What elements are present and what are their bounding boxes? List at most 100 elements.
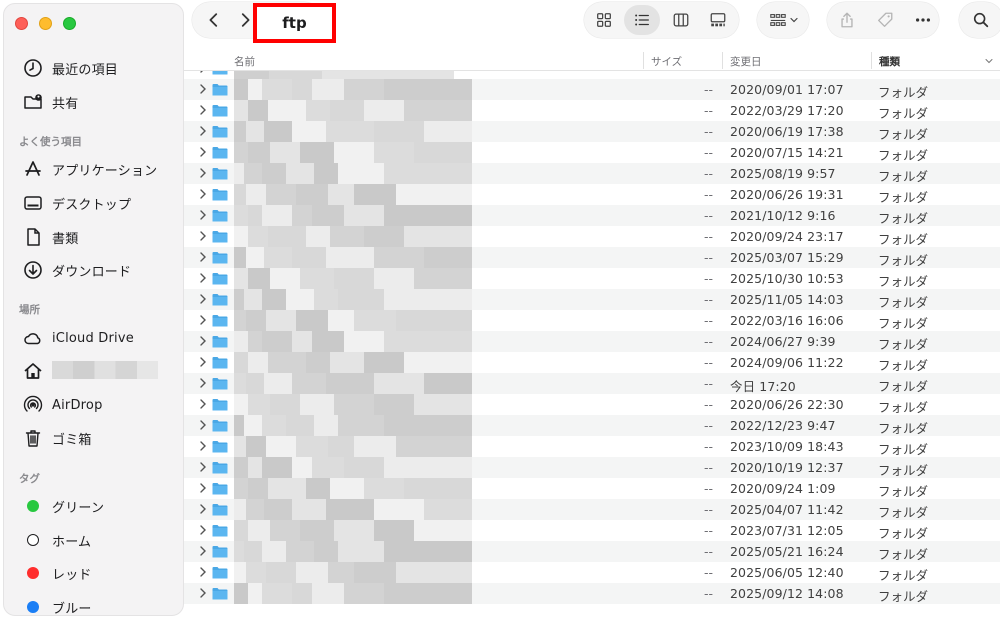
chevron-left-icon	[209, 13, 218, 27]
table-row[interactable]: -- 2023/07/31 12:05 フォルダ	[184, 520, 1000, 541]
table-row-partial[interactable]	[184, 71, 1000, 79]
column-header-kind[interactable]: 種類	[879, 54, 900, 69]
disclosure-chevron-icon	[200, 546, 206, 556]
sidebar-item-label: ゴミ箱	[52, 432, 92, 448]
column-header-size[interactable]: サイズ	[651, 54, 682, 69]
folder-icon	[212, 273, 228, 285]
table-row[interactable]: -- 2020/06/26 22:30 フォルダ	[184, 394, 1000, 415]
file-kind: フォルダ	[878, 505, 929, 520]
folder-icon	[212, 378, 228, 390]
sidebar-tag-red[interactable]: レッド	[22, 561, 92, 585]
file-kind: フォルダ	[878, 568, 929, 583]
table-row[interactable]: -- 2020/09/01 17:07 フォルダ	[184, 79, 1000, 100]
table-row[interactable]: -- 2020/10/19 12:37 フォルダ	[184, 457, 1000, 478]
share-button[interactable]	[832, 5, 862, 35]
disclosure-chevron-icon	[200, 420, 206, 430]
modified-date: 2022/03/29 17:20	[730, 103, 844, 118]
close-window-button[interactable]	[15, 17, 28, 30]
file-kind: フォルダ	[878, 106, 929, 121]
gallery-view-button[interactable]	[702, 5, 734, 35]
more-actions-button[interactable]	[908, 5, 938, 35]
file-size: --	[704, 544, 714, 559]
table-row[interactable]: -- 2025/04/07 11:42 フォルダ	[184, 499, 1000, 520]
sidebar-item-airdrop[interactable]: AirDrop	[22, 393, 103, 417]
minimize-window-button[interactable]	[39, 17, 52, 30]
sidebar-tag-green[interactable]: グリーン	[22, 494, 104, 518]
folder-icon	[212, 210, 228, 222]
sidebar-item-icloud-drive[interactable]: iCloud Drive	[22, 326, 134, 350]
column-header-modified[interactable]: 変更日	[730, 54, 762, 69]
table-row[interactable]: -- 2020/06/19 17:38 フォルダ	[184, 121, 1000, 142]
group-by-button[interactable]	[762, 5, 806, 35]
sidebar-item-trash[interactable]: ゴミ箱	[22, 426, 92, 450]
table-row[interactable]: -- 2022/03/16 16:06 フォルダ	[184, 310, 1000, 331]
sidebar-item-label: ダウンロード	[52, 264, 132, 280]
modified-date: 2025/08/19 9:57	[730, 166, 836, 181]
download-icon	[22, 259, 44, 281]
sidebar-item-desktop[interactable]: デスクトップ	[22, 191, 131, 215]
modified-date: 2025/05/21 16:24	[730, 544, 844, 559]
sidebar-item-recents[interactable]: 最近の項目	[22, 56, 118, 80]
table-row[interactable]: -- 2024/06/27 9:39 フォルダ	[184, 331, 1000, 352]
modified-date: 2025/11/05 14:03	[730, 292, 844, 307]
sidebar-item-shared[interactable]: 共有	[22, 90, 78, 114]
modified-date: 2024/09/06 11:22	[730, 355, 844, 370]
modified-date: 2025/03/07 15:29	[730, 250, 844, 265]
back-button[interactable]	[198, 4, 230, 36]
column-header-name[interactable]: 名前	[234, 54, 255, 69]
sidebar-item-downloads[interactable]: ダウンロード	[22, 258, 131, 282]
table-row[interactable]: -- 2025/03/07 15:29 フォルダ	[184, 247, 1000, 268]
table-row[interactable]: -- 2024/09/06 11:22 フォルダ	[184, 352, 1000, 373]
table-row[interactable]: -- 2022/12/23 9:47 フォルダ	[184, 415, 1000, 436]
file-size: --	[704, 82, 714, 97]
file-kind: フォルダ	[878, 190, 929, 205]
disclosure-chevron-icon	[200, 231, 206, 241]
tag-dot-icon	[27, 534, 39, 546]
search-icon	[973, 12, 989, 28]
table-row[interactable]: -- 2025/05/21 16:24 フォルダ	[184, 541, 1000, 562]
finder-window: 最近の項目 共有 よく使う項目 アプリケーション デスクトップ 書類 ダウンロー…	[0, 0, 1000, 619]
disclosure-chevron-icon	[200, 126, 206, 136]
sidebar-tag-blue[interactable]: ブルー	[22, 595, 92, 615]
folder-icon	[212, 483, 228, 495]
file-size: --	[704, 397, 714, 412]
table-row[interactable]: -- 2021/10/12 9:16 フォルダ	[184, 205, 1000, 226]
cloud-icon	[22, 327, 44, 349]
table-row[interactable]: -- 2025/08/19 9:57 フォルダ	[184, 163, 1000, 184]
table-row[interactable]: -- 2020/06/26 19:31 フォルダ	[184, 184, 1000, 205]
zoom-window-button[interactable]	[63, 17, 76, 30]
sidebar-item-home[interactable]	[22, 359, 52, 383]
sidebar-item-documents[interactable]: 書類	[22, 225, 78, 249]
folder-icon	[212, 252, 228, 264]
sidebar: 最近の項目 共有 よく使う項目 アプリケーション デスクトップ 書類 ダウンロー…	[3, 3, 184, 616]
table-row[interactable]: -- 2025/06/05 12:40 フォルダ	[184, 562, 1000, 583]
table-row[interactable]: -- 2025/09/12 14:08 フォルダ	[184, 583, 1000, 604]
folder-icon	[212, 441, 228, 453]
table-row[interactable]: -- 2020/09/24 1:09 フォルダ	[184, 478, 1000, 499]
list-view-button[interactable]	[624, 5, 660, 35]
table-row[interactable]: -- 2025/11/05 14:03 フォルダ	[184, 289, 1000, 310]
disclosure-chevron-icon	[200, 315, 206, 325]
table-row[interactable]: -- 2023/10/09 18:43 フォルダ	[184, 436, 1000, 457]
table-row[interactable]: -- 今日 17:20 フォルダ	[184, 373, 1000, 394]
disclosure-chevron-icon	[200, 294, 206, 304]
modified-date: 2021/10/12 9:16	[730, 208, 836, 223]
table-row[interactable]: -- 2022/03/29 17:20 フォルダ	[184, 100, 1000, 121]
folder-icon	[212, 231, 228, 243]
table-row[interactable]: -- 2025/10/30 10:53 フォルダ	[184, 268, 1000, 289]
search-button[interactable]	[965, 5, 997, 35]
sidebar-item-applications[interactable]: アプリケーション	[22, 157, 157, 181]
sidebar-item-label: 共有	[52, 96, 79, 112]
folder-icon	[212, 71, 228, 75]
column-view-button[interactable]	[665, 5, 697, 35]
share-icon	[841, 12, 853, 28]
file-kind: フォルダ	[878, 379, 929, 394]
sidebar-tag-home[interactable]: ホーム	[22, 528, 91, 552]
file-kind: フォルダ	[878, 484, 929, 499]
tag-button[interactable]	[870, 5, 900, 35]
icon-view-button[interactable]	[588, 5, 620, 35]
table-row[interactable]: -- 2020/07/15 14:21 フォルダ	[184, 142, 1000, 163]
file-size: --	[704, 376, 714, 391]
table-row[interactable]: -- 2020/09/24 23:17 フォルダ	[184, 226, 1000, 247]
sidebar-item-label: グリーン	[52, 500, 105, 516]
